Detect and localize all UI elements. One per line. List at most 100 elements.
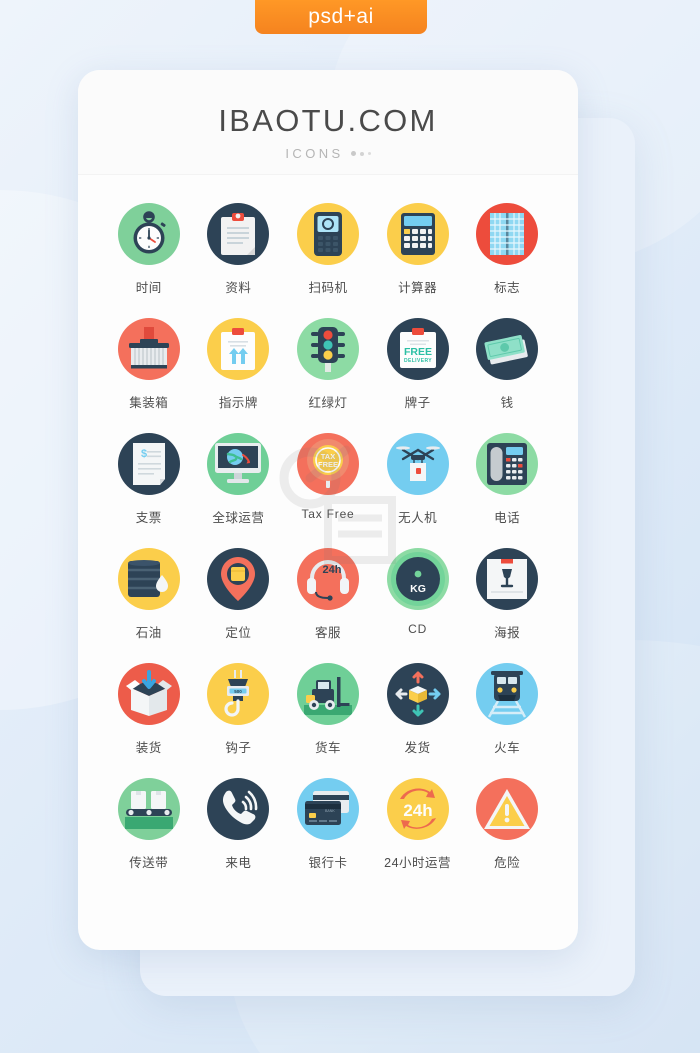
icon-cell[interactable]: BANK 银行卡 <box>283 778 373 871</box>
page-subtitle-label: ICONS <box>285 146 344 161</box>
icon-cell[interactable]: 500 钩子 <box>194 663 284 756</box>
loading-box-icon[interactable] <box>117 663 180 725</box>
incoming-call-icon[interactable] <box>207 778 270 840</box>
icon-label: 扫码机 <box>308 281 348 295</box>
icon-label: 电话 <box>494 511 521 525</box>
this-way-up-sign-icon[interactable] <box>207 318 270 380</box>
shipping-container-icon[interactable] <box>117 318 180 380</box>
icon-label: 发货 <box>404 741 431 755</box>
icon-cell[interactable]: 发货 <box>373 663 463 756</box>
icon-cell[interactable]: 时间 <box>104 203 194 296</box>
delivery-drone-icon[interactable] <box>386 433 449 495</box>
psd-ai-badge: psd+ai <box>255 0 427 34</box>
icon-label: 海报 <box>494 626 521 640</box>
icon-label: 支票 <box>135 511 162 525</box>
icon-label: 石油 <box>135 626 162 640</box>
clipboard-icon[interactable] <box>207 203 270 265</box>
svg-text:KG: KG <box>410 583 426 595</box>
icon-cell[interactable]: 无人机 <box>373 433 463 526</box>
icon-cell[interactable]: 计算器 <box>373 203 463 296</box>
icon-cell[interactable]: 来电 <box>194 778 284 871</box>
location-pin-icon[interactable] <box>207 548 270 610</box>
stopwatch-icon[interactable] <box>117 203 180 265</box>
icon-label: 牌子 <box>404 396 431 410</box>
icon-label: 传送带 <box>129 856 169 870</box>
icon-cell[interactable]: TAX FREE Tax Free <box>283 433 373 526</box>
psd-ai-badge-label: psd+ai <box>308 5 374 28</box>
icon-label: 银行卡 <box>308 856 348 870</box>
icon-cell[interactable]: 扫码机 <box>283 203 373 296</box>
global-monitor-icon[interactable] <box>207 433 270 495</box>
icon-label: 钱 <box>500 396 514 410</box>
weight-disc-icon[interactable]: KG <box>386 548 449 610</box>
icon-cell[interactable]: KG CD <box>373 548 463 641</box>
icon-label: 指示牌 <box>218 396 258 410</box>
icon-cell[interactable]: 红绿灯 <box>283 318 373 411</box>
icon-cell[interactable]: 石油 <box>104 548 194 641</box>
svg-text:FREE: FREE <box>318 460 338 469</box>
oil-barrel-icon[interactable] <box>117 548 180 610</box>
bank-card-icon[interactable]: BANK <box>296 778 359 840</box>
svg-text:FREE: FREE <box>404 346 432 358</box>
icon-label: 钩子 <box>225 741 252 755</box>
desk-telephone-icon[interactable] <box>476 433 539 495</box>
svg-text:$: $ <box>141 448 147 460</box>
icon-label: 危险 <box>494 856 521 870</box>
icon-cell[interactable]: 电话 <box>462 433 552 526</box>
crane-hook-scale-icon[interactable]: 500 <box>207 663 270 725</box>
svg-text:BANK: BANK <box>325 809 335 813</box>
subtitle-dots-icon <box>350 151 371 156</box>
24h-service-icon[interactable]: 24h <box>386 778 449 840</box>
icon-cell[interactable]: 海报 <box>462 548 552 641</box>
shipping-arrows-icon[interactable] <box>386 663 449 725</box>
icon-cell[interactable]: 全球运营 <box>194 433 284 526</box>
page-subtitle: ICONS <box>78 146 578 161</box>
icon-cell[interactable]: 火车 <box>462 663 552 756</box>
forklift-icon[interactable] <box>296 663 359 725</box>
conveyor-belt-icon[interactable] <box>117 778 180 840</box>
building-sign-icon[interactable] <box>476 203 539 265</box>
calculator-icon[interactable] <box>386 203 449 265</box>
danger-warning-icon[interactable] <box>476 778 539 840</box>
icon-cell[interactable]: 24h 24小时运营 <box>373 778 463 871</box>
icon-label: 资料 <box>225 281 252 295</box>
icon-cell[interactable]: 定位 <box>194 548 284 641</box>
icon-cell[interactable]: 危险 <box>462 778 552 871</box>
cheque-icon[interactable]: $ <box>117 433 180 495</box>
tax-free-badge-icon[interactable]: TAX FREE <box>296 433 359 495</box>
svg-text:500: 500 <box>235 689 243 694</box>
icon-label: 货车 <box>314 741 341 755</box>
free-delivery-sign-icon[interactable]: FREE DELIVERY <box>386 318 449 380</box>
icon-cell[interactable]: 标志 <box>462 203 552 296</box>
icon-cell[interactable]: $ 支票 <box>104 433 194 526</box>
svg-text:24h: 24h <box>403 801 432 820</box>
icon-cell[interactable]: 装货 <box>104 663 194 756</box>
icon-cell[interactable]: 资料 <box>194 203 284 296</box>
card-header: IBAOTU.COM ICONS <box>78 70 578 175</box>
icon-label: 时间 <box>135 281 162 295</box>
svg-text:DELIVERY: DELIVERY <box>404 358 432 364</box>
icon-label: 无人机 <box>398 511 438 525</box>
icon-cell[interactable]: 指示牌 <box>194 318 284 411</box>
icon-label: CD <box>408 622 428 636</box>
icon-cell[interactable]: 钱 <box>462 318 552 411</box>
train-icon[interactable] <box>476 663 539 725</box>
icon-label: Tax Free <box>301 507 355 521</box>
traffic-light-icon[interactable] <box>296 318 359 380</box>
barcode-scanner-icon[interactable] <box>296 203 359 265</box>
icon-label: 计算器 <box>398 281 438 295</box>
fragile-box-icon[interactable] <box>476 548 539 610</box>
icon-label: 标志 <box>494 281 521 295</box>
icon-cell[interactable]: 货车 <box>283 663 373 756</box>
icon-cell[interactable]: FREE DELIVERY 牌子 <box>373 318 463 411</box>
icon-label: 装货 <box>135 741 162 755</box>
icon-label: 红绿灯 <box>308 396 348 410</box>
icon-cell[interactable]: 传送带 <box>104 778 194 871</box>
page-title: IBAOTU.COM <box>218 103 438 138</box>
money-cash-icon[interactable] <box>476 318 539 380</box>
icon-cell[interactable]: 集装箱 <box>104 318 194 411</box>
icon-label: 客服 <box>314 626 341 640</box>
headset-support-icon[interactable]: 24h <box>296 548 359 610</box>
icon-label: 集装箱 <box>129 396 169 410</box>
icon-cell[interactable]: 24h 客服 <box>283 548 373 641</box>
